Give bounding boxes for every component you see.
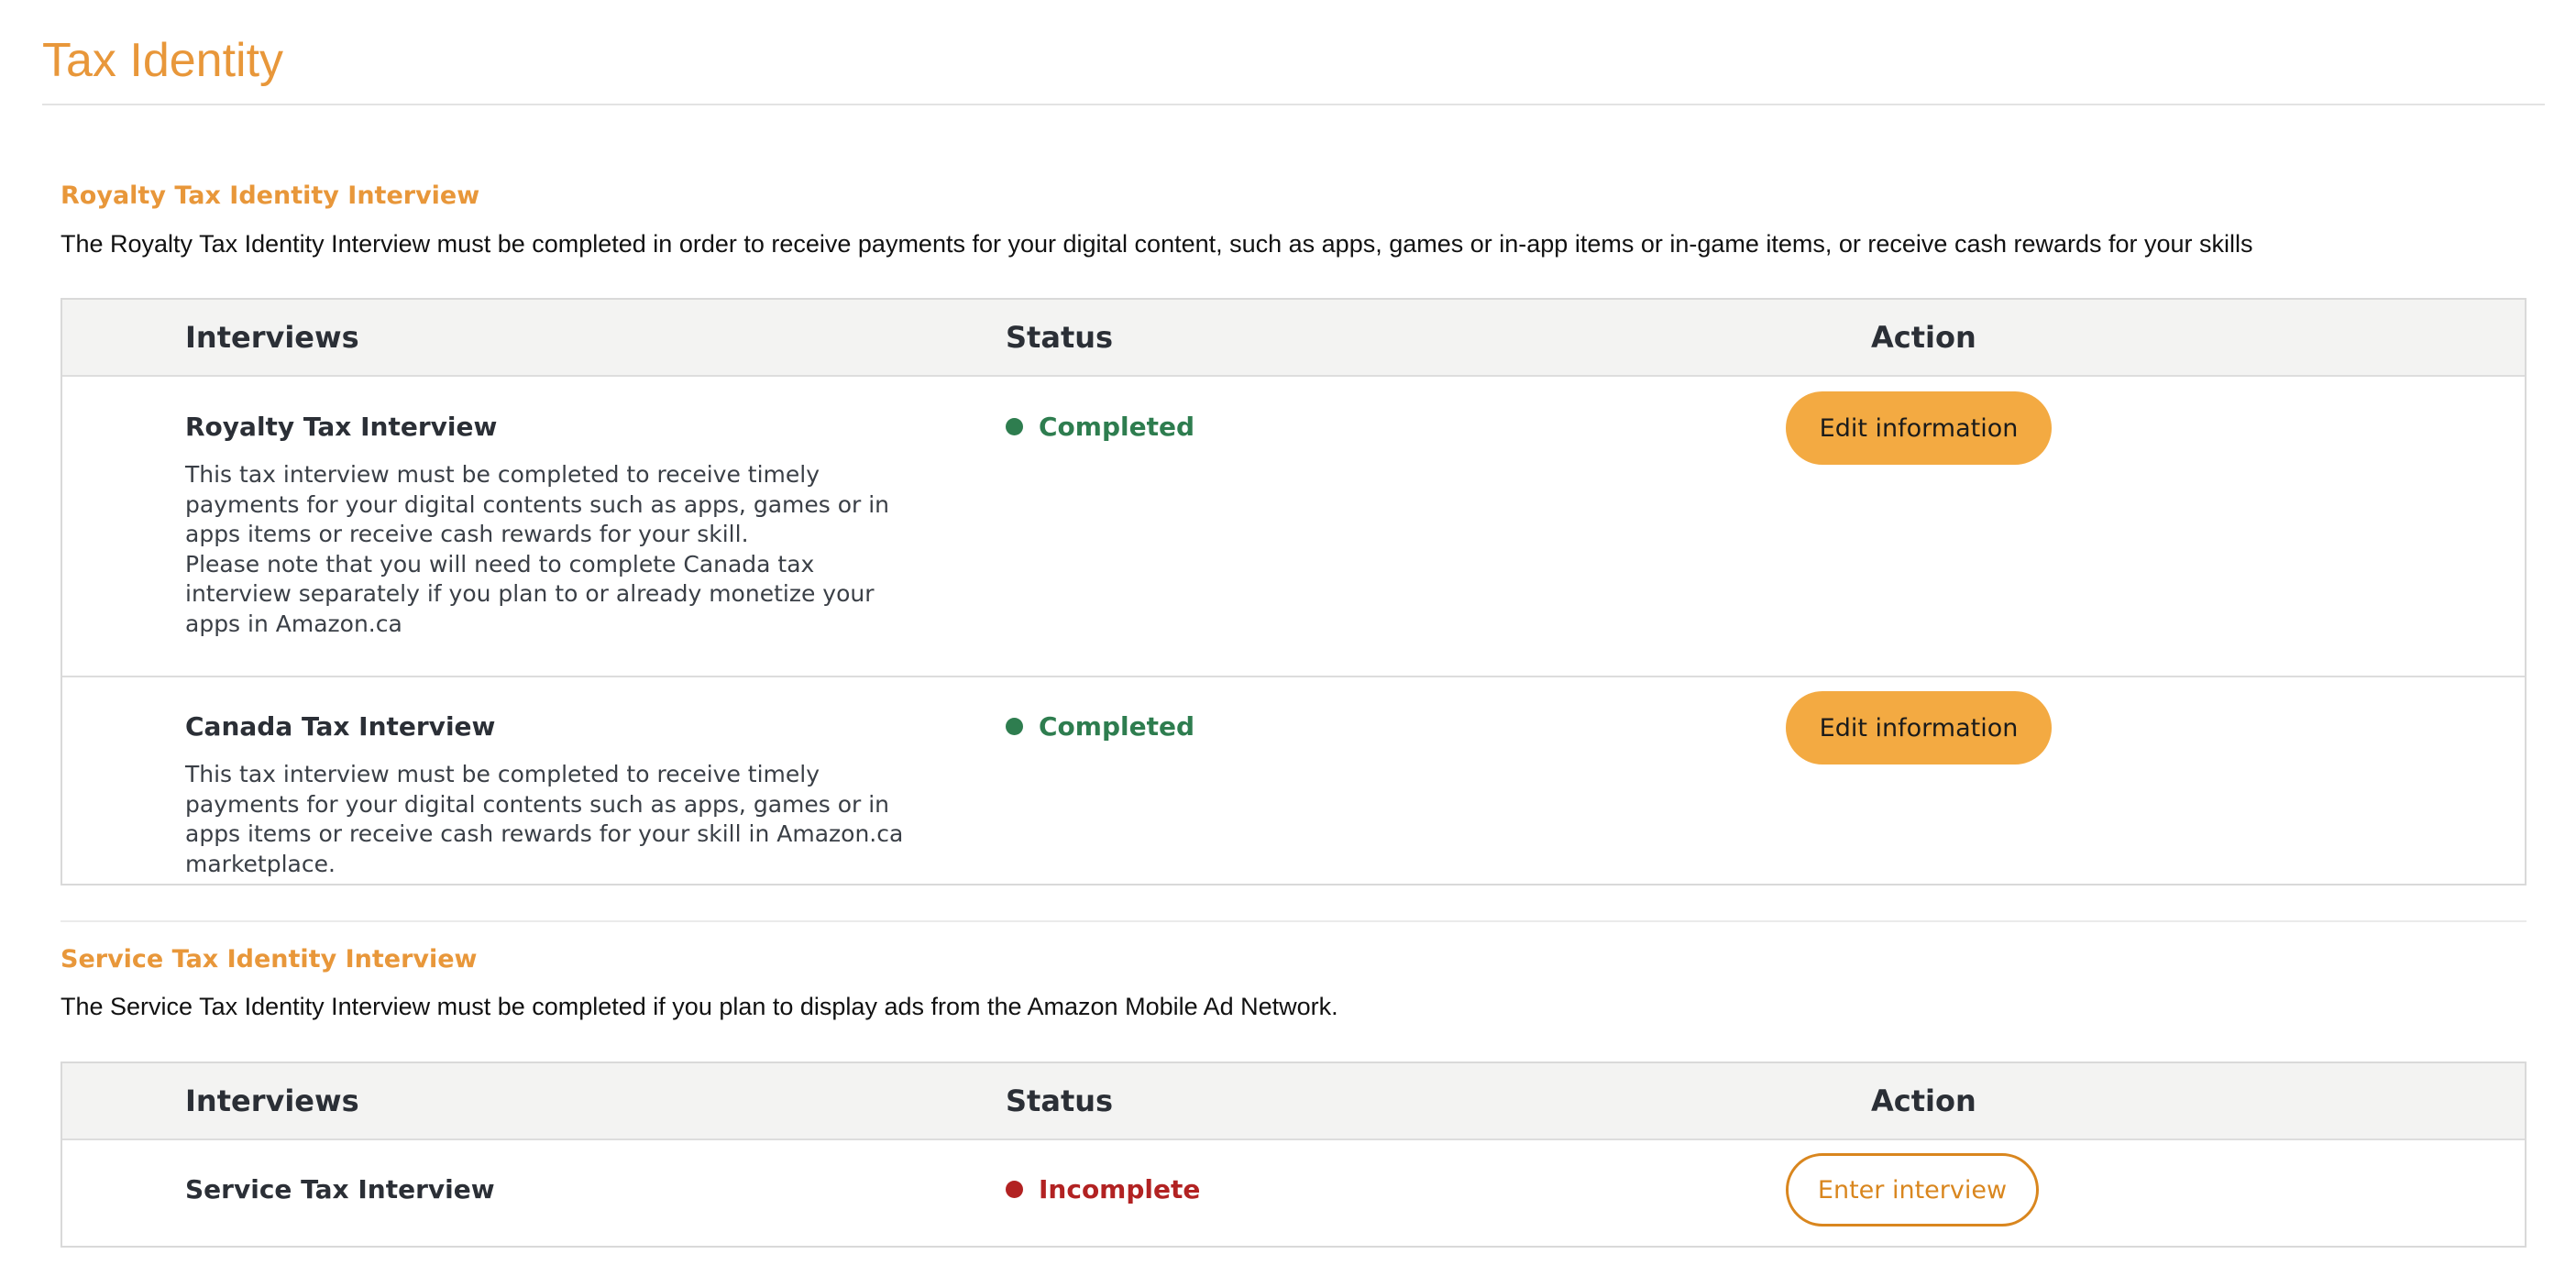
royalty-interviews-table: Interviews Status Action Royalty Tax Int… [61,298,2526,886]
table-row-royalty-tax: Royalty Tax Interview This tax interview… [62,377,2525,677]
page-title: Tax Identity [42,34,284,87]
title-divider [42,104,2545,105]
enter-interview-button[interactable]: Enter interview [1786,1153,2039,1226]
status-label: Incomplete [1039,1174,1201,1204]
row-description: This tax interview must be completed to … [185,461,890,637]
table-header: Interviews Status Action [62,300,2525,377]
service-section-heading: Service Tax Identity Interview [61,945,478,974]
status-label: Completed [1039,711,1195,742]
edit-information-button[interactable]: Edit information [1786,691,2052,764]
row-title: Royalty Tax Interview [185,412,498,442]
status-badge: Completed [1006,711,1194,742]
column-header-interviews: Interviews [185,1084,359,1118]
table-header: Interviews Status Action [62,1063,2525,1140]
green-dot-icon [1006,418,1023,435]
section-divider [61,920,2526,922]
row-title: Canada Tax Interview [185,711,496,742]
status-label: Completed [1039,412,1195,442]
royalty-section-heading: Royalty Tax Identity Interview [61,182,480,210]
column-header-status: Status [1006,320,1114,355]
row-title: Service Tax Interview [185,1174,495,1204]
red-dot-icon [1006,1181,1023,1198]
column-header-status: Status [1006,1084,1114,1118]
table-row-canada-tax: Canada Tax Interview This tax interview … [62,677,2525,884]
column-header-interviews: Interviews [185,320,359,355]
table-row-service-tax: Service Tax Interview Incomplete Enter i… [62,1140,2525,1244]
service-interviews-table: Interviews Status Action Service Tax Int… [61,1062,2526,1248]
row-description: This tax interview must be completed to … [185,761,904,877]
edit-information-button[interactable]: Edit information [1786,391,2052,465]
column-header-action: Action [1871,1084,1976,1118]
column-header-action: Action [1871,320,1976,355]
status-badge: Incomplete [1006,1174,1200,1204]
green-dot-icon [1006,718,1023,735]
royalty-section-description: The Royalty Tax Identity Interview must … [61,230,2253,258]
status-badge: Completed [1006,412,1194,442]
service-section-description: The Service Tax Identity Interview must … [61,993,1338,1020]
